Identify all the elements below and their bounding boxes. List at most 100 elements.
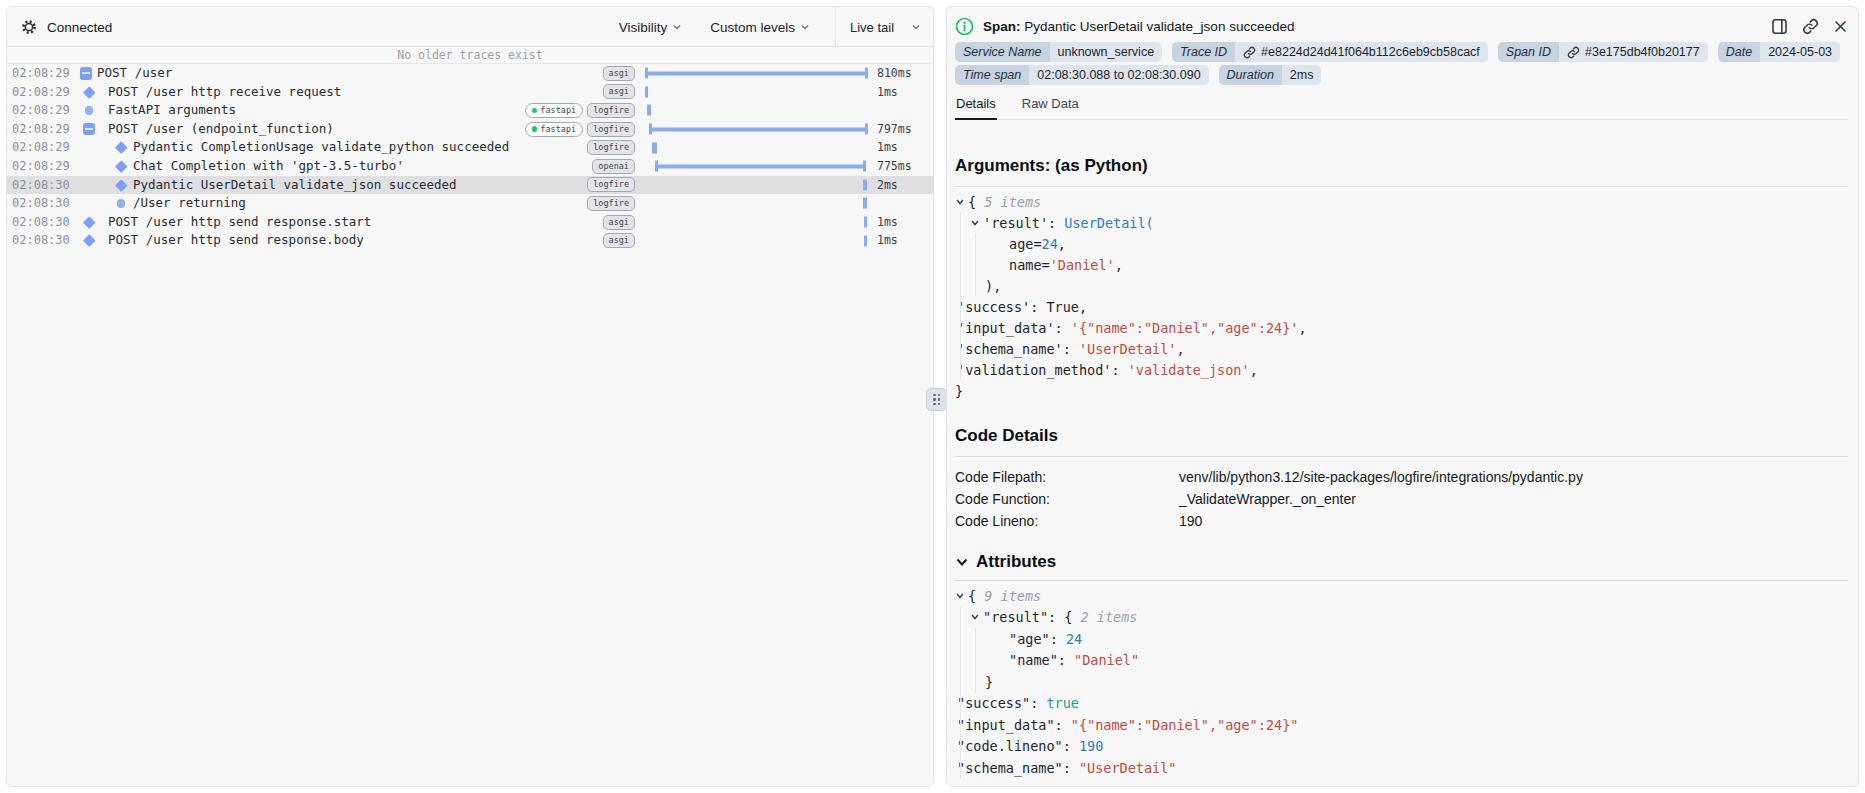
collapse-chevron[interactable] [955, 197, 968, 207]
tag-asgi: asgi [603, 233, 635, 248]
indent-guide [975, 628, 976, 693]
collapse-chevron[interactable] [970, 612, 983, 622]
trace-row[interactable]: 02:08:30POST /user http send response.st… [7, 213, 933, 232]
tag-logfire: logfire [587, 103, 635, 118]
connection-status-label: Connected [47, 20, 112, 35]
code-detail-label: Code Lineno: [955, 513, 1179, 529]
trace-row[interactable]: 02:08:29POST /userasgi810ms [7, 64, 933, 83]
diamond-icon [114, 176, 128, 195]
badge-value: unknown_service [1050, 42, 1163, 62]
collapse-icon[interactable] [79, 64, 93, 83]
chevron-down-icon[interactable] [955, 591, 965, 601]
visibility-dropdown[interactable]: Visibility [619, 20, 683, 35]
collapse-icon[interactable] [82, 120, 96, 139]
collapse-chevron[interactable] [970, 218, 983, 228]
span-bar [645, 68, 868, 79]
chevron-down-icon [911, 22, 921, 32]
trace-row[interactable]: 02:08:30 Pydantic UserDetail validate_jso… [7, 176, 933, 195]
trace-row-duration-bar [645, 231, 868, 250]
trace-row-duration-bar [645, 176, 868, 195]
trace-row-timestamp: 02:08:30 [12, 176, 70, 195]
trace-row[interactable]: 02:08:29POST /user http receive requesta… [7, 83, 933, 102]
code-line: 'validation_method': 'validate_json', [955, 359, 1848, 380]
diamond-icon [82, 83, 96, 102]
tab-raw-data[interactable]: Raw Data [1021, 93, 1080, 119]
attributes-json-block: { 9 items"result": { 2 items"age": 24"na… [955, 585, 1848, 779]
arguments-python-block: { 5 items'result': UserDetail(age=24,nam… [955, 191, 1848, 401]
chevron-down-icon [672, 22, 682, 32]
trace-row-duration: 797ms [877, 120, 912, 139]
trace-row-name: Pydantic CompletionUsage validate_python… [133, 138, 509, 157]
tab-details[interactable]: Details [955, 93, 997, 120]
span-name: Pydantic UserDetail validate_json succee… [1024, 19, 1294, 34]
code-detail-row: Code Function:_ValidateWrapper._on_enter [955, 488, 1848, 510]
trace-row-duration-bar [645, 213, 868, 232]
span-label: Span: [983, 19, 1021, 34]
live-tail-dropdown[interactable]: Live tail [835, 7, 933, 47]
copy-link-icon[interactable] [1802, 18, 1819, 35]
close-icon[interactable] [1833, 19, 1848, 34]
trace-row-timestamp: 02:08:29 [12, 138, 70, 157]
trace-row[interactable]: 02:08:29FastAPI argumentsfastapilogfire [7, 101, 933, 120]
custom-levels-label: Custom levels [710, 20, 795, 35]
code-line: "input_data": "{"name":"Daniel","age":24… [955, 714, 1848, 736]
span-title: Span: Pydantic UserDetail validate_json … [983, 19, 1294, 34]
indent-guide [975, 233, 976, 296]
circle-icon [82, 101, 96, 120]
chevron-down-icon[interactable] [970, 218, 980, 228]
trace-rows: 02:08:29POST /userasgi810ms02:08:29POST … [7, 64, 933, 250]
meta-badge-date: Date2024-05-03 [1718, 42, 1840, 62]
trace-row-timestamp: 02:08:30 [12, 231, 70, 250]
chevron-down-icon[interactable] [970, 612, 980, 622]
tick-bar [864, 235, 867, 246]
dock-panel-icon[interactable] [1771, 18, 1788, 35]
diamond-icon [82, 231, 96, 250]
trace-row-duration: 810ms [877, 64, 912, 83]
trace-row-name: POST /user (endpoint_function) [108, 120, 334, 139]
trace-row-tags: asgi [603, 231, 635, 250]
trace-row-name: Pydantic UserDetail validate_json succee… [133, 176, 457, 195]
attributes-heading: Attributes [955, 552, 1848, 572]
trace-list-toolbar: Connected Visibility Custom levels Live … [7, 7, 933, 47]
meta-badge-time-span: Time span02:08:30.088 to 02:08:30.090 [955, 65, 1209, 85]
trace-row[interactable]: 02:08:30POST /user http send response.bo… [7, 231, 933, 250]
badge-value: 2024-05-03 [1760, 42, 1840, 62]
chevron-down-icon[interactable] [955, 555, 969, 569]
trace-row-duration-bar [645, 157, 868, 176]
trace-row-timestamp: 02:08:29 [12, 157, 70, 176]
green-dot-icon [532, 108, 538, 114]
trace-row-name: Chat Completion with 'gpt-3.5-turbo' [133, 157, 404, 176]
code-detail-label: Code Function: [955, 491, 1179, 507]
custom-levels-dropdown[interactable]: Custom levels [710, 20, 810, 35]
tick-bar [645, 86, 648, 97]
tag-fastapi: fastapi [525, 103, 583, 118]
trace-row-duration: 2ms [877, 176, 898, 195]
trace-row-tags: fastapi logfire [525, 101, 635, 120]
trace-row-timestamp: 02:08:29 [12, 83, 70, 102]
gear-icon[interactable] [21, 19, 37, 35]
trace-row[interactable]: 02:08:29POST /user (endpoint_function)fa… [7, 120, 933, 139]
collapse-chevron[interactable] [955, 591, 968, 601]
live-tail-label: Live tail [850, 20, 894, 35]
badge-value[interactable]: #e8224d24d41f064b112c6eb9cb58cacf [1235, 42, 1488, 62]
code-line: name='Daniel', [955, 254, 1848, 275]
trace-row-tags: asgi [603, 83, 635, 102]
trace-row-timestamp: 02:08:29 [12, 64, 70, 83]
trace-row[interactable]: 02:08:29 Pydantic CompletionUsage validat… [7, 138, 933, 157]
trace-row[interactable]: 02:08:30/User returninglogfire [7, 194, 933, 213]
tag-asgi: asgi [603, 66, 635, 81]
info-icon [955, 17, 974, 36]
trace-row-duration-bar [645, 64, 868, 83]
circle-icon [114, 194, 128, 213]
tick-bar [863, 179, 867, 190]
trace-row-tags: fastapilogfire [525, 120, 635, 139]
trace-row-duration: 1ms [877, 138, 898, 157]
trace-row-duration-bar [645, 138, 868, 157]
trace-row[interactable]: 02:08:29 Chat Completion with 'gpt-3.5-tu… [7, 157, 933, 176]
trace-row-tags: asgi [603, 213, 635, 232]
trace-row-tags: asgi [603, 64, 635, 83]
panel-resize-grip[interactable] [926, 388, 947, 411]
tick-bar [863, 198, 867, 209]
badge-value[interactable]: #3e175db4f0b20177 [1559, 42, 1708, 62]
chevron-down-icon[interactable] [955, 197, 965, 207]
